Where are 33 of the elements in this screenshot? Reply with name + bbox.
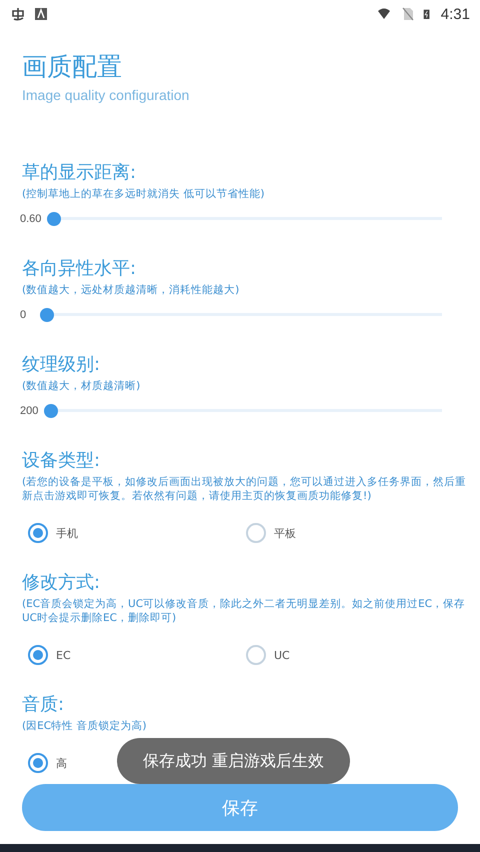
- setting-hint: (控制草地上的草在多远时就消失 低可以节省性能): [22, 187, 266, 201]
- slider-thumb[interactable]: [47, 212, 62, 226]
- radio-button[interactable]: [246, 645, 266, 665]
- radio-option[interactable]: EC: [28, 645, 71, 665]
- radio-option[interactable]: UC: [246, 645, 290, 665]
- setting-hint: (EC音质会锁定为高，UC可以修改音质，除此之外二者无明显差别。如之前使用过EC，保存UC时会提示删除EC，删除即可): [22, 597, 466, 625]
- setting-title: 修改方式:: [22, 571, 102, 595]
- setting-title: 纹理级别:: [22, 353, 102, 377]
- setting-title: 草的显示距离:: [22, 161, 138, 185]
- no-sim-icon: [400, 7, 415, 21]
- slider-value: 200: [20, 405, 38, 417]
- toast-message: 保存成功 重启游戏后生效: [117, 738, 350, 784]
- radio-button[interactable]: [28, 753, 48, 773]
- slider-thumb[interactable]: [40, 308, 54, 322]
- setting-hint: (数值越大，材质越清晰): [22, 379, 142, 393]
- slider-thumb[interactable]: [44, 404, 58, 418]
- radio-button[interactable]: [28, 645, 48, 665]
- status-time: 4:31: [440, 6, 470, 22]
- radio-button[interactable]: [246, 523, 266, 543]
- slider-value: 0: [20, 309, 28, 321]
- page-subtitle: Image quality configuration: [22, 87, 190, 103]
- setting-hint: (因EC特性 音质锁定为高): [22, 719, 148, 733]
- radio-option[interactable]: 高: [28, 753, 67, 773]
- setting-hint: (若您的设备是平板，如修改后画面出现被放大的问题，您可以通过进入多任务界面，然后重新点击游戏即可恢复。若依然有问题，请使用主页的恢复画质功能修复!): [22, 475, 468, 503]
- setting-title: 音质:: [22, 693, 66, 717]
- setting-hint: (数值越大，远处材质越清晰，消耗性能越大): [22, 283, 240, 297]
- page-title: 画质配置: [22, 51, 123, 83]
- setting-title: 各向异性水平:: [22, 257, 138, 281]
- slider-value: 0.60: [20, 213, 42, 225]
- radio-option[interactable]: 平板: [246, 523, 296, 543]
- radio-option[interactable]: 手机: [28, 523, 78, 543]
- radio-button[interactable]: [28, 523, 48, 543]
- setting-title: 设备类型:: [22, 449, 102, 473]
